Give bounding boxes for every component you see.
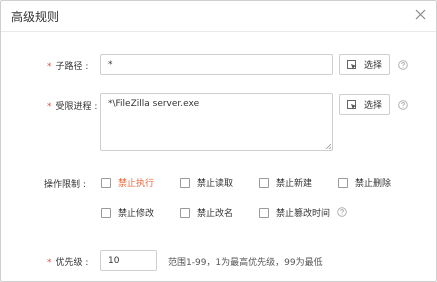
- checkbox-box[interactable]: [338, 177, 348, 188]
- checkbox-box[interactable]: [101, 207, 111, 218]
- checkbox-label: 禁止篡改时间: [276, 209, 331, 219]
- checkbox-label: 禁止读取: [197, 179, 234, 189]
- checkbox-label: 禁止修改: [118, 209, 155, 219]
- process-textarea[interactable]: *\FileZilla server.exe: [100, 93, 333, 151]
- checkbox-deny-create[interactable]: 禁止新建: [259, 176, 312, 189]
- process-label: * 受限进程 :: [47, 102, 98, 112]
- checkbox-box[interactable]: [259, 177, 269, 188]
- checkbox-deny-execute[interactable]: 禁止执行: [101, 176, 154, 189]
- checkbox-deny-tamper-time[interactable]: 禁止篡改时间: [259, 206, 330, 219]
- select-cursor-icon: [347, 99, 357, 110]
- question-circle-icon[interactable]: [337, 207, 347, 217]
- checkbox-label: 禁止删除: [355, 179, 392, 189]
- dialog-title: 高级规则: [11, 10, 60, 24]
- checkbox-box[interactable]: [259, 207, 269, 218]
- advanced-rule-dialog: 高级规则 *子路径 : 选择 *受限进程 : *\FileZilla se: [0, 0, 437, 282]
- subpath-label: * 子路径 :: [47, 62, 89, 72]
- checkbox-deny-delete[interactable]: 禁止删除: [338, 176, 391, 189]
- subpath-select-button[interactable]: 选择: [339, 54, 390, 75]
- priority-input[interactable]: [100, 250, 157, 271]
- required-mark: *: [47, 62, 52, 72]
- dialog-header: 高级规则: [1, 1, 436, 32]
- priority-label: * 优先级 :: [47, 258, 89, 268]
- checkbox-label: 禁止新建: [276, 179, 313, 189]
- process-textarea-wrap: *\FileZilla server.exe: [100, 93, 333, 151]
- checkbox-deny-modify[interactable]: 禁止修改: [101, 206, 154, 219]
- checkbox-box[interactable]: [180, 207, 190, 218]
- required-mark: *: [47, 258, 52, 268]
- checkbox-label: 禁止改名: [197, 209, 234, 219]
- priority-hint: 范围1-99，1为最高优先级，99为最低: [168, 258, 323, 268]
- subpath-input[interactable]: [100, 54, 333, 75]
- question-circle-icon[interactable]: [398, 100, 408, 110]
- checkbox-deny-read[interactable]: 禁止读取: [180, 176, 233, 189]
- process-select-button[interactable]: 选择: [339, 94, 390, 115]
- close-icon[interactable]: [414, 8, 427, 21]
- restrictions-label: 操作限制 :: [44, 180, 86, 190]
- select-cursor-icon: [347, 59, 357, 70]
- required-mark: *: [47, 102, 52, 112]
- checkbox-box[interactable]: [101, 177, 111, 188]
- checkbox-deny-rename[interactable]: 禁止改名: [180, 206, 233, 219]
- checkbox-label: 禁止执行: [118, 179, 155, 189]
- checkbox-box[interactable]: [180, 177, 190, 188]
- question-circle-icon[interactable]: [398, 60, 408, 70]
